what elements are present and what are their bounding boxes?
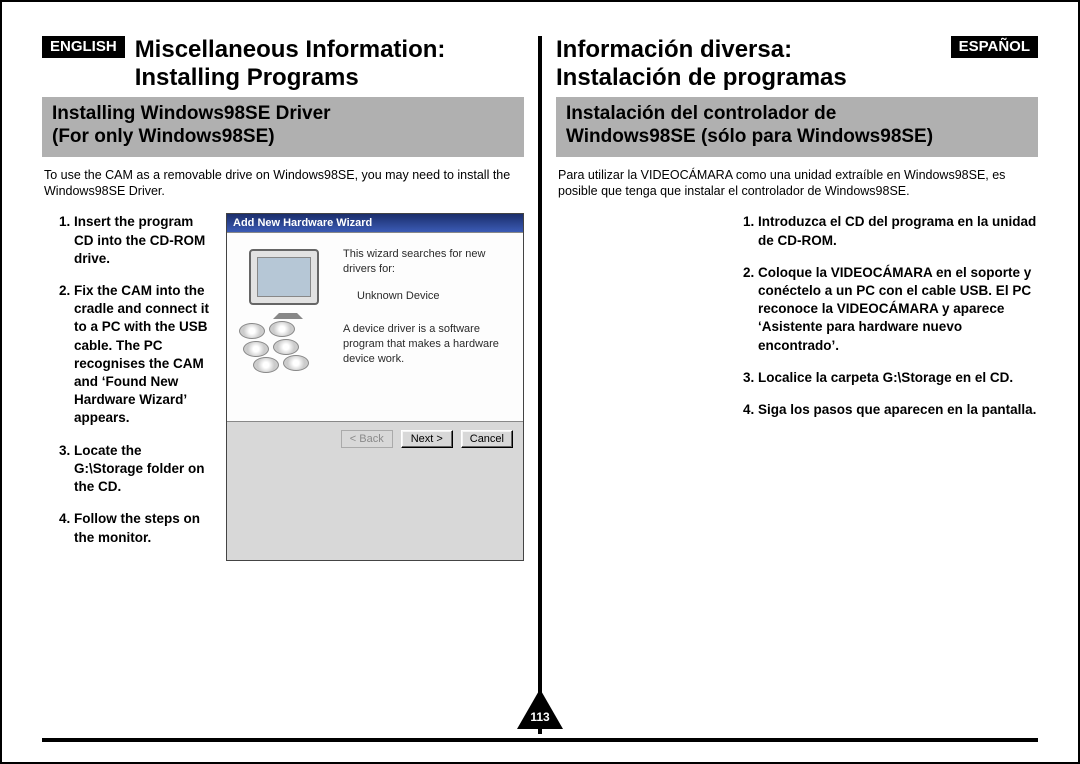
wizard-titlebar: Add New Hardware Wizard [227,214,523,232]
language-badge-spanish: ESPAÑOL [951,36,1038,58]
page-inner: ENGLISH Miscellaneous Information: Insta… [42,36,1038,742]
steps-list-spanish: Introduzca el CD del programa en la unid… [726,213,1038,419]
wizard-text-line: A device driver is a software program th… [343,322,515,367]
wizard-cancel-button[interactable]: Cancel [461,430,513,448]
list-item: Follow the steps on the monitor. [74,510,210,546]
list-item: Introduzca el CD del programa en la unid… [758,213,1038,249]
wizard-button-row: < Back Next > Cancel [227,421,523,456]
title-line: Installing Programs [135,64,359,91]
intro-text-english: To use the CAM as a removable drive on W… [44,167,524,200]
subhead-line: Installing Windows98SE Driver [52,103,331,124]
wizard-illustration [235,243,343,373]
disc-icon [283,355,309,371]
subhead-line: Windows98SE (sólo para Windows98SE) [566,126,933,147]
heading-row: ENGLISH Miscellaneous Information: Insta… [42,36,524,91]
wizard-next-button[interactable]: Next > [401,430,453,448]
wizard-text: This wizard searches for new drivers for… [343,243,515,411]
language-badge-english: ENGLISH [42,36,125,58]
sub-heading-english: Installing Windows98SE Driver (For only … [42,97,524,157]
subhead-line: Instalación del controlador de [566,103,836,124]
heading-row: Información diversa: Instalación de prog… [556,36,1038,91]
manual-page: ENGLISH Miscellaneous Information: Insta… [0,0,1080,764]
title-line: Información diversa: [556,36,792,63]
disc-icon [273,339,299,355]
list-item: Siga los pasos que aparecen en la pantal… [758,401,1038,419]
list-item: Localice la carpeta G:\Storage en el CD. [758,369,1038,387]
column-spanish: Información diversa: Instalación de prog… [540,36,1038,738]
section-title-english: Miscellaneous Information: Installing Pr… [135,36,446,91]
title-line: Miscellaneous Information: [135,36,446,63]
list-item: Coloque la VIDEOCÁMARA en el soporte y c… [758,264,1038,355]
steps-list-english: Insert the program CD into the CD-ROM dr… [42,213,210,561]
list-item: Insert the program CD into the CD-ROM dr… [74,213,210,268]
steps-and-figure: Insert the program CD into the CD-ROM dr… [42,213,524,561]
wizard-text-line: This wizard searches for new drivers for… [343,247,515,277]
wizard-body: This wizard searches for new drivers for… [227,232,523,421]
monitor-stand-icon [273,303,303,319]
wizard-device-name: Unknown Device [357,289,515,304]
page-number-badge: 113 [517,688,563,730]
disc-icon [269,321,295,337]
subhead-line: (For only Windows98SE) [52,126,275,147]
sub-heading-spanish: Instalación del controlador de Windows98… [556,97,1038,157]
title-line: Instalación de programas [556,64,847,91]
wizard-screenshot: Add New Hardware Wizard [226,213,524,561]
list-item: Fix the CAM into the cradle and connect … [74,282,210,428]
disc-icon [239,323,265,339]
wizard-back-button[interactable]: < Back [341,430,393,448]
section-title-spanish: Información diversa: Instalación de prog… [556,36,847,91]
column-english: ENGLISH Miscellaneous Information: Insta… [42,36,540,738]
disc-icon [243,341,269,357]
list-item: Locate the G:\Storage folder on the CD. [74,442,210,497]
intro-text-spanish: Para utilizar la VIDEOCÁMARA como una un… [558,167,1038,200]
monitor-icon [249,249,319,305]
page-number: 113 [530,710,549,724]
disc-icon [253,357,279,373]
